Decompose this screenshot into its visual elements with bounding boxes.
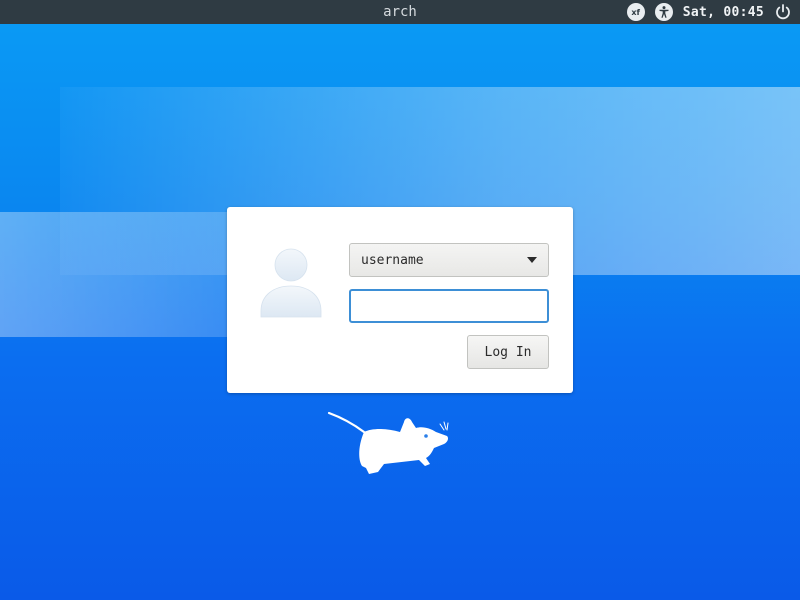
username-dropdown[interactable]: username <box>349 243 549 277</box>
panel-indicators: xf Sat, 00:45 <box>626 0 792 24</box>
xfce-icon[interactable]: xf <box>626 3 645 21</box>
chevron-down-icon <box>527 257 537 263</box>
login-dialog: username Log In <box>227 207 573 393</box>
power-icon[interactable] <box>774 3 792 21</box>
xfce-mouse-logo-icon <box>327 411 449 474</box>
avatar-icon <box>260 248 322 318</box>
login-button[interactable]: Log In <box>467 335 549 369</box>
clock[interactable]: Sat, 00:45 <box>683 5 764 20</box>
password-input[interactable] <box>349 289 549 323</box>
top-panel: arch xf Sat, 00:45 <box>0 0 800 24</box>
xfce-icon-text: xf <box>631 7 641 17</box>
background-light-band-left <box>0 212 240 337</box>
username-value: username <box>361 252 424 268</box>
accessibility-icon[interactable] <box>654 3 673 21</box>
